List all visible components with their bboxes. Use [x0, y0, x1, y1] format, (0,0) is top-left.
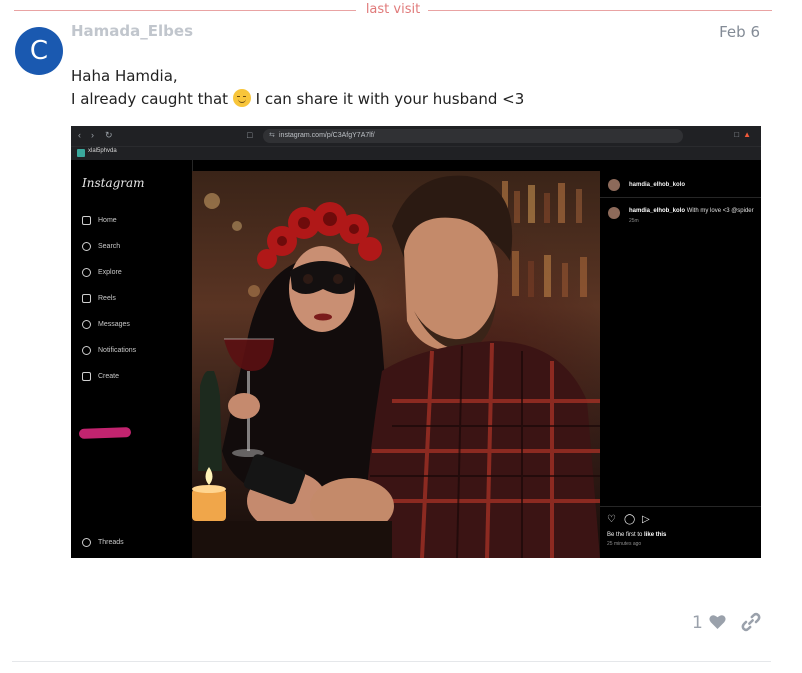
instagram-logo: Instagram	[82, 176, 145, 190]
post-line-1: Haha Hamdia,	[71, 67, 178, 85]
address-bar: ⇆ instagram.com/p/C3AfgY7A7lf/	[263, 129, 683, 143]
ig-nav-label: Explore	[98, 269, 122, 276]
reload-icon: ↻	[105, 130, 113, 140]
redaction-scribble	[78, 427, 132, 439]
ig-nav-label: Threads	[98, 539, 124, 546]
last-visit-line-right	[428, 10, 772, 11]
post-photo	[192, 171, 600, 558]
heart-icon	[82, 346, 91, 355]
toolbar-icons: □▲	[734, 130, 755, 139]
ig-nav-home: Home	[82, 216, 117, 225]
share-link-icon[interactable]	[741, 612, 761, 632]
caption: hamdia_elhob_kolo With my love <3 @spide…	[629, 208, 754, 214]
ig-nav-notifications: Notifications	[82, 346, 136, 355]
reels-icon	[82, 294, 91, 303]
panel-divider-bottom	[600, 506, 761, 507]
post-bottom-divider	[12, 661, 771, 662]
like-heart-icon[interactable]	[709, 614, 726, 629]
post-author-avatar	[608, 179, 620, 191]
forward-icon: ›	[91, 130, 94, 140]
ig-nav-label: Home	[98, 217, 117, 224]
ig-nav-label: Create	[98, 373, 120, 380]
post-author-username: hamdia_elhob_kolo	[629, 182, 686, 188]
bookmarks-bar: xlal5phvda	[71, 146, 761, 160]
plus-square-icon	[82, 372, 91, 381]
couple-photo-illustration	[192, 175, 600, 558]
ig-nav-search: Search	[82, 242, 120, 251]
like-count[interactable]: 1	[692, 613, 703, 633]
compass-icon	[82, 268, 91, 277]
likes-bold: like this	[644, 532, 667, 538]
brave-icon: ▲	[743, 130, 755, 139]
messenger-icon	[82, 320, 91, 329]
home-icon	[82, 216, 91, 225]
post-time-ago: 25 minutes ago	[607, 541, 642, 547]
search-icon	[82, 242, 91, 251]
post-username[interactable]: Hamada_Elbes	[71, 22, 193, 40]
address-bar-url: instagram.com/p/C3AfgY7A7lf/	[279, 132, 375, 139]
relieved-face-emoji-icon	[232, 89, 251, 107]
likes-line: Be the first to like this	[607, 532, 666, 538]
back-icon: ‹	[78, 130, 81, 140]
ig-nav-label: Search	[98, 243, 121, 250]
panel-divider-top	[600, 197, 761, 198]
post-line-2-rest: I can share it with your husband <3	[255, 90, 525, 108]
post-body: Haha Hamdia, I already caught that I can…	[71, 65, 524, 111]
post-line-2-text: I already caught that	[71, 90, 229, 108]
ig-nav-explore: Explore	[82, 268, 122, 277]
share-send-icon: ▷	[642, 514, 650, 525]
comment-avatar	[608, 207, 620, 219]
ig-nav-messages: Messages	[82, 320, 130, 329]
avatar[interactable]: C	[15, 27, 63, 75]
ig-nav-label: Notifications	[98, 347, 137, 354]
likes-prefix: Be the first to	[607, 532, 643, 538]
threads-icon	[82, 538, 91, 547]
like-heart-icon: ♡	[607, 514, 616, 525]
avatar-letter: C	[29, 36, 49, 66]
post-date[interactable]: Feb 6	[719, 23, 760, 41]
comment-bubble-icon: ◯	[624, 514, 636, 525]
post-details-panel: hamdia_elhob_kolo hamdia_elhob_kolo With…	[600, 171, 761, 558]
instagram-sidebar: Instagram Home Search Explore Reels Mess…	[71, 160, 193, 558]
ig-nav-label: Reels	[98, 295, 116, 302]
bookmark-label: xlal5phvda	[88, 148, 117, 154]
last-visit-label: last visit	[365, 2, 421, 17]
bookmark-favicon-icon	[77, 149, 85, 157]
ig-nav-label: Messages	[98, 321, 130, 328]
browser-toolbar: ‹ › ↻ □ ⇆ instagram.com/p/C3AfgY7A7lf/ □…	[71, 126, 761, 146]
post-line-2: I already caught that I can share it wit…	[71, 88, 524, 111]
site-info-icon: ⇆	[269, 132, 275, 139]
last-visit-line-left	[14, 10, 356, 11]
ig-nav-threads: Threads	[82, 538, 124, 547]
bookmark-icon: □	[247, 130, 253, 140]
ig-nav-create: Create	[82, 372, 119, 381]
ig-nav-reels: Reels	[82, 294, 116, 303]
embedded-screenshot[interactable]: ‹ › ↻ □ ⇆ instagram.com/p/C3AfgY7A7lf/ □…	[71, 126, 761, 558]
caption-time: 25m	[629, 218, 639, 224]
caption-text: With my love <3 @spider	[686, 208, 754, 214]
caption-user: hamdia_elhob_kolo	[629, 208, 686, 214]
